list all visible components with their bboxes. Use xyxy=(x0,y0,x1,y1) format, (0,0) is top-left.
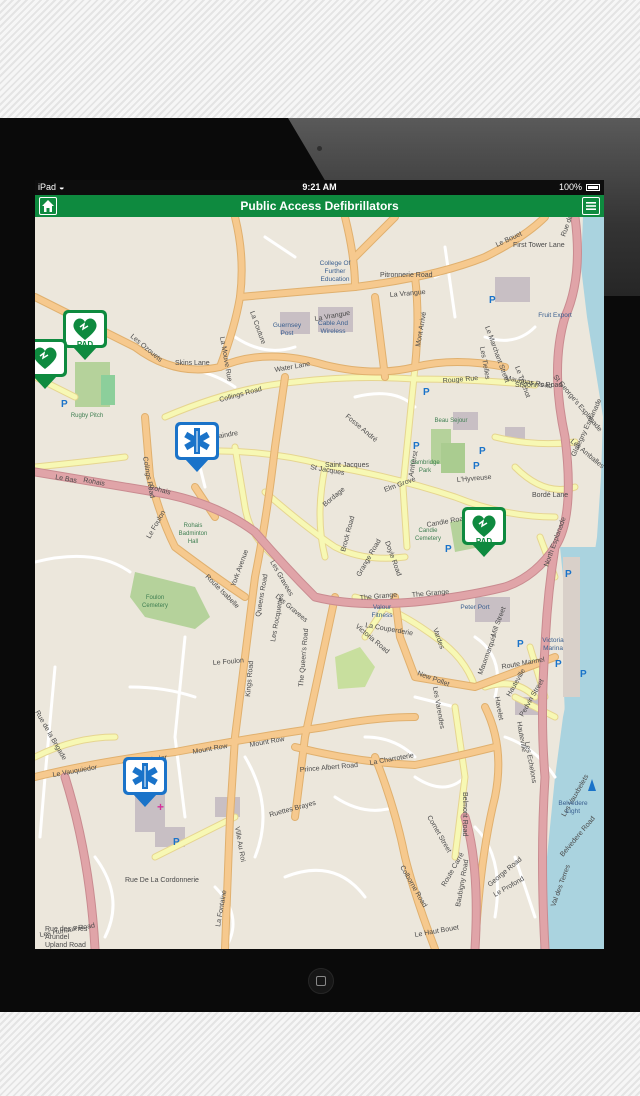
status-time: 9:21 AM xyxy=(302,182,337,192)
sports-pitch xyxy=(101,375,115,405)
menu-button[interactable] xyxy=(582,197,600,215)
parking-icon: P xyxy=(555,659,562,670)
map-canvas[interactable]: P P P P P P P P P P P P + Le BouetFirst … xyxy=(35,217,604,949)
place-label: Beau Sejour xyxy=(434,418,467,424)
menu-icon xyxy=(586,202,596,210)
pad-label: PAD xyxy=(77,340,94,349)
road-label: Upland Road xyxy=(45,942,86,949)
ipad-frame: iPad ◒ 9:21 AM 100% Public Access Defibri… xyxy=(0,118,640,1012)
road-label: Skins Lane xyxy=(175,360,210,367)
hospital-icon: + xyxy=(157,800,164,814)
place-label: Fruit Export xyxy=(538,312,572,319)
road-label: Pitronnerie Road xyxy=(380,272,433,279)
road-label: Rue des Prés xyxy=(45,926,88,933)
road-label: Belmont Road xyxy=(461,792,468,836)
camera-icon xyxy=(317,146,322,151)
road-label: Arundel xyxy=(45,934,70,941)
device-home-button[interactable] xyxy=(308,968,334,994)
road-label: Saint Jacques xyxy=(325,462,369,469)
place-label: Peter Port xyxy=(460,604,489,611)
parking-icon: P xyxy=(489,295,496,306)
parking-icon: P xyxy=(173,837,180,848)
parking-icon: P xyxy=(565,569,572,580)
place-label: Valour Fitness xyxy=(372,604,394,619)
status-bar: iPad ◒ 9:21 AM 100% xyxy=(35,180,604,195)
parking-icon: P xyxy=(473,461,480,472)
road-label: Bordé Lane xyxy=(532,492,568,499)
road-label: Rue De La Cordonnerie xyxy=(125,877,199,884)
page-background-top xyxy=(0,0,640,118)
parking-icon: P xyxy=(580,669,587,680)
page-background-bottom xyxy=(0,1012,640,1096)
app-header: Public Access Defibrillators xyxy=(35,195,604,217)
parking-icon: P xyxy=(423,387,430,398)
page-title: Public Access Defibrillators xyxy=(240,199,399,213)
parking-icon: P xyxy=(61,399,68,410)
parking-icon: P xyxy=(517,639,524,650)
pad-label: PAD xyxy=(476,537,493,546)
parking-icon: P xyxy=(479,446,486,457)
map-view[interactable]: P P P P P P P P P P P P + Le Bouet First… xyxy=(35,217,604,949)
status-battery-label: 100% xyxy=(558,182,582,192)
battery-icon xyxy=(586,184,600,191)
cambridge-park xyxy=(441,443,465,473)
parking-icon: P xyxy=(445,544,452,555)
parking-icon: P xyxy=(413,441,420,452)
place-label: Cable And Wireless xyxy=(318,320,348,335)
place-label: Victoria Marina xyxy=(542,637,564,652)
place-label: Rugby Pitch xyxy=(71,413,103,419)
road-label: First Tower Lane xyxy=(513,242,565,249)
screen: iPad ◒ 9:21 AM 100% Public Access Defibri… xyxy=(35,180,604,949)
